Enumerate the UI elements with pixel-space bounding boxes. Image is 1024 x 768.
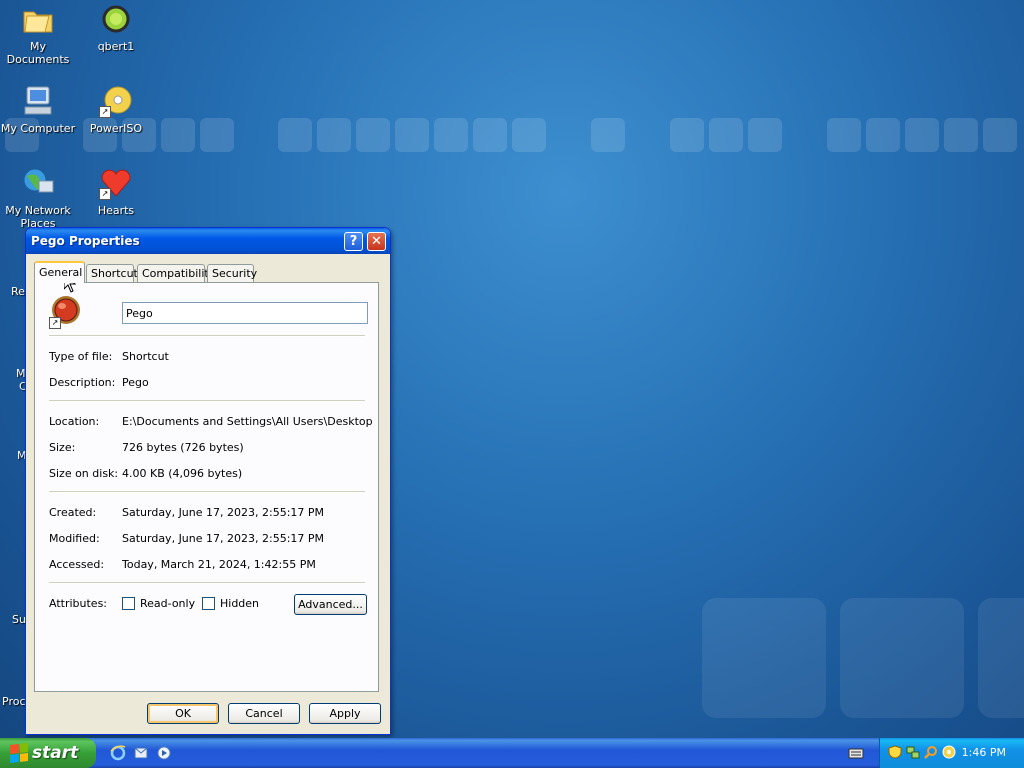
start-button[interactable]: start xyxy=(0,738,96,768)
created-value: Saturday, June 17, 2023, 2:55:17 PM xyxy=(122,506,325,519)
dialog-title: Pego Properties xyxy=(31,234,140,248)
tab-shortcut[interactable]: Shortcut xyxy=(86,264,138,282)
general-tab-panel: ↗ Type of file: Shortcut Description: Pe… xyxy=(34,282,379,692)
desktop-icon-my-network-places[interactable]: My Network Places xyxy=(0,166,78,230)
tab-compatibility[interactable]: Compatibility xyxy=(137,264,215,282)
network-icon xyxy=(21,166,55,200)
desktop-icon-poweriso[interactable]: ↗ PowerISO xyxy=(76,84,156,135)
size-on-disk-label: Size on disk: xyxy=(49,467,119,480)
attributes-label: Attributes: xyxy=(49,597,108,610)
desktop-icon-label: My Documents xyxy=(6,40,70,66)
close-button[interactable]: ✕ xyxy=(367,232,386,251)
description-value: Pego xyxy=(122,376,149,389)
desktop-icon-label: My Computer xyxy=(0,122,76,135)
size-label: Size: xyxy=(49,441,76,454)
desktop-icon-label: qbert1 xyxy=(97,40,135,53)
created-label: Created: xyxy=(49,506,97,519)
disc-tray-icon[interactable] xyxy=(942,745,956,759)
apply-button[interactable]: Apply xyxy=(309,703,381,724)
shortcut-arrow-icon: ↗ xyxy=(99,106,111,118)
hidden-icon-label: Proc xyxy=(2,695,26,708)
internet-explorer-icon[interactable] xyxy=(110,745,126,761)
system-tray: 1:46 PM xyxy=(879,738,1024,768)
tab-general[interactable]: General xyxy=(34,261,85,283)
cancel-button[interactable]: Cancel xyxy=(228,703,300,724)
folder-icon xyxy=(21,2,55,36)
separator xyxy=(49,400,365,402)
properties-dialog: Pego Properties ? ✕ General Shortcut Com… xyxy=(25,227,391,735)
separator xyxy=(49,582,365,584)
description-label: Description: xyxy=(49,376,116,389)
separator xyxy=(49,335,365,337)
keyboard-icon[interactable] xyxy=(848,745,864,761)
windows-logo-icon xyxy=(10,743,28,763)
modified-value: Saturday, June 17, 2023, 2:55:17 PM xyxy=(122,532,325,545)
taskbar: start 1:46 PM xyxy=(0,738,1024,768)
desktop-icon-hearts[interactable]: ↗ Hearts xyxy=(76,166,156,217)
type-of-file-value: Shortcut xyxy=(122,350,169,363)
qbert-icon xyxy=(99,2,133,36)
size-value: 726 bytes (726 bytes) xyxy=(122,441,244,454)
search-icon[interactable] xyxy=(924,745,938,759)
read-only-checkbox[interactable]: Read-only xyxy=(122,597,195,610)
start-label: start xyxy=(32,743,79,763)
hidden-icon-label: Su xyxy=(12,613,26,626)
advanced-button[interactable]: Advanced... xyxy=(294,594,367,615)
modified-label: Modified: xyxy=(49,532,100,545)
disc-icon: ↗ xyxy=(99,84,133,118)
desktop-icon-label: Hearts xyxy=(97,204,135,217)
shortcut-arrow-icon: ↗ xyxy=(99,188,111,200)
network-connection-icon[interactable] xyxy=(906,745,920,759)
heart-icon: ↗ xyxy=(99,166,133,200)
outlook-express-icon[interactable] xyxy=(133,745,149,761)
security-shield-icon[interactable] xyxy=(888,745,902,759)
help-button[interactable]: ? xyxy=(344,232,363,251)
type-of-file-label: Type of file: xyxy=(49,350,113,363)
media-player-icon[interactable] xyxy=(156,745,172,761)
size-on-disk-value: 4.00 KB (4,096 bytes) xyxy=(122,467,243,480)
accessed-label: Accessed: xyxy=(49,558,105,571)
shortcut-arrow-icon: ↗ xyxy=(49,317,61,329)
checkbox-box[interactable] xyxy=(122,597,135,610)
location-value: E:\Documents and Settings\All Users\Desk… xyxy=(122,415,373,428)
checkbox-box[interactable] xyxy=(202,597,215,610)
hidden-checkbox[interactable]: Hidden xyxy=(202,597,259,610)
separator xyxy=(49,491,365,493)
desktop-icon-qbert1[interactable]: qbert1 xyxy=(76,2,156,53)
computer-icon xyxy=(21,84,55,118)
desktop-icon-my-computer[interactable]: My Computer xyxy=(0,84,78,135)
hidden-label: Hidden xyxy=(220,597,260,610)
ok-button[interactable]: OK xyxy=(147,703,219,724)
read-only-label: Read-only xyxy=(140,597,196,610)
hidden-icon-label: Re xyxy=(11,285,25,298)
shortcut-file-icon: ↗ xyxy=(49,295,83,329)
title-bar[interactable]: Pego Properties ? ✕ xyxy=(26,228,390,254)
location-label: Location: xyxy=(49,415,100,428)
tab-security[interactable]: Security xyxy=(207,264,257,282)
desktop-icon-my-documents[interactable]: My Documents xyxy=(0,2,78,66)
file-name-input[interactable] xyxy=(122,302,368,324)
accessed-value: Today, March 21, 2024, 1:42:55 PM xyxy=(122,558,316,571)
clock[interactable]: 1:46 PM xyxy=(962,746,1006,759)
desktop-icon-label: PowerISO xyxy=(89,122,143,135)
